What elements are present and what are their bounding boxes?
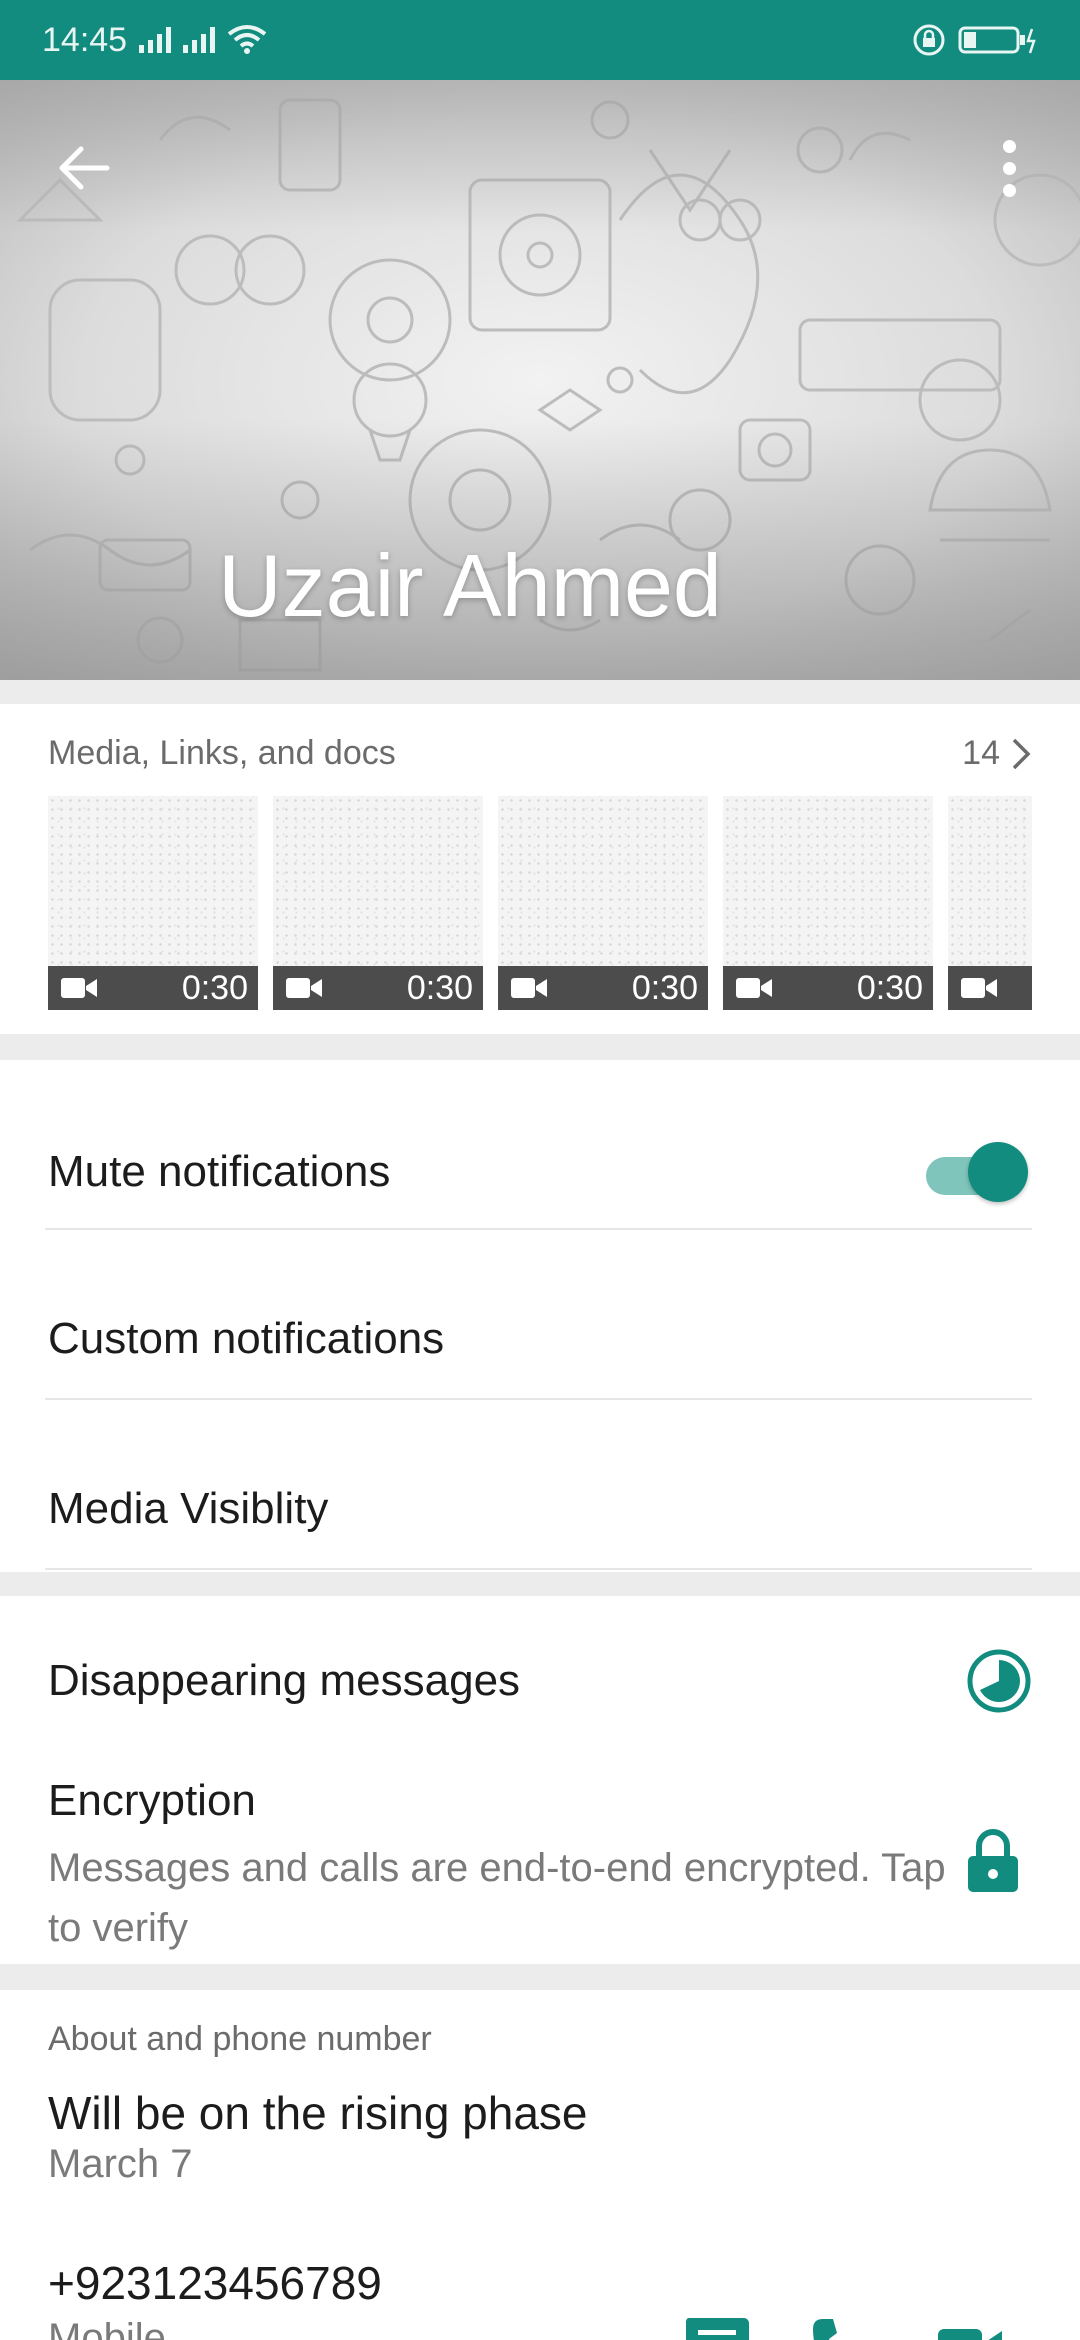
- video-info-bar: 0:30: [48, 966, 258, 1010]
- custom-notifications-row[interactable]: Custom notifications: [48, 1314, 1032, 1364]
- media-thumbnail[interactable]: 0:30: [273, 796, 483, 1010]
- phone-icon: [813, 2319, 837, 2340]
- video-camera-icon: [61, 978, 97, 998]
- video-duration: 0:30: [856, 968, 923, 1007]
- message-icon: [685, 2318, 749, 2340]
- video-camera-icon: [511, 978, 547, 998]
- status-bar-right: [912, 23, 1038, 57]
- video-duration: 0:30: [406, 968, 473, 1007]
- clock: 14:45: [42, 20, 128, 59]
- video-call-button[interactable]: [934, 2312, 1006, 2340]
- about-section-label: About and phone number: [48, 2020, 432, 2058]
- media-title: Media, Links, and docs: [48, 734, 396, 772]
- media-visibility-label: Media Visiblity: [48, 1484, 329, 1533]
- media-visibility-row[interactable]: Media Visiblity: [48, 1484, 1032, 1534]
- arrow-left-icon: [59, 146, 110, 190]
- rotation-lock-icon: [913, 24, 945, 56]
- media-header[interactable]: Media, Links, and docs 14: [48, 734, 1032, 773]
- privacy-section: Disappearing messages Encryption Message…: [0, 1596, 1080, 1964]
- signal-icon: [139, 27, 172, 53]
- more-vert-icon-dot: [1002, 139, 1016, 153]
- video-info-bar: 0:30: [498, 966, 708, 1010]
- mute-notifications-row[interactable]: Mute notifications: [48, 1142, 1032, 1202]
- video-duration: 0:30: [181, 968, 248, 1007]
- encryption-description[interactable]: Messages and calls are end-to-end encryp…: [48, 1838, 948, 1958]
- video-info-bar: [948, 966, 1032, 1010]
- about-text: Will be on the rising phase: [48, 2087, 588, 2139]
- status-bar: 14:45: [0, 0, 1080, 80]
- more-options-button[interactable]: [986, 130, 1032, 206]
- contact-name: Uzair Ahmed: [218, 536, 722, 635]
- media-section: Media, Links, and docs 14 0:30 0:30 0:30: [0, 704, 1080, 1034]
- signal-icon-2: [183, 27, 216, 53]
- mute-notifications-label: Mute notifications: [48, 1147, 391, 1196]
- media-thumbnails: 0:30 0:30 0:30 0:30: [48, 796, 1032, 1010]
- notification-settings: Mute notifications Custom notifications …: [0, 1060, 1080, 1572]
- wifi-icon: [227, 25, 267, 54]
- media-count[interactable]: 14: [962, 734, 1032, 773]
- profile-header: Uzair Ahmed: [0, 80, 1080, 680]
- back-button[interactable]: [52, 136, 116, 200]
- video-info-bar: 0:30: [273, 966, 483, 1010]
- mute-notifications-toggle[interactable]: [920, 1142, 1032, 1202]
- more-vert-icon-dot: [1002, 161, 1016, 175]
- custom-notifications-label: Custom notifications: [48, 1314, 445, 1363]
- divider: [45, 1228, 1032, 1230]
- header-shade-top: [0, 80, 1080, 230]
- voice-call-button[interactable]: [806, 2312, 878, 2340]
- battery-icon: [958, 26, 1036, 54]
- about-date: March 7: [48, 2142, 193, 2186]
- phone-number[interactable]: +923123456789: [48, 2256, 382, 2310]
- media-thumbnail[interactable]: [948, 796, 1032, 1010]
- divider: [45, 1398, 1032, 1400]
- disappearing-messages-row[interactable]: Disappearing messages: [48, 1648, 1032, 1714]
- more-vert-icon-dot: [1002, 183, 1016, 197]
- encryption-title: Encryption: [48, 1776, 256, 1825]
- status-bar-left: 14:45: [42, 21, 267, 60]
- media-count-value: 14: [962, 734, 1000, 772]
- message-button[interactable]: [680, 2312, 752, 2340]
- video-camera-icon: [286, 978, 322, 998]
- media-thumbnail[interactable]: 0:30: [498, 796, 708, 1010]
- lock-icon[interactable]: [966, 1828, 1020, 1894]
- about-section: About and phone number Will be on the ri…: [0, 1990, 1080, 2340]
- divider: [45, 1568, 1032, 1570]
- video-call-icon: [938, 2329, 1002, 2340]
- media-thumbnail[interactable]: 0:30: [723, 796, 933, 1010]
- video-camera-icon: [736, 978, 772, 998]
- timer-icon: [967, 1649, 1031, 1713]
- video-camera-icon: [961, 978, 997, 998]
- chevron-right-icon: [1012, 738, 1031, 769]
- phone-type: Mobile: [48, 2316, 166, 2340]
- video-duration: 0:30: [631, 968, 698, 1007]
- media-thumbnail[interactable]: 0:30: [48, 796, 258, 1010]
- disappearing-messages-label: Disappearing messages: [48, 1656, 521, 1705]
- video-info-bar: 0:30: [723, 966, 933, 1010]
- toggle-knob: [968, 1142, 1028, 1202]
